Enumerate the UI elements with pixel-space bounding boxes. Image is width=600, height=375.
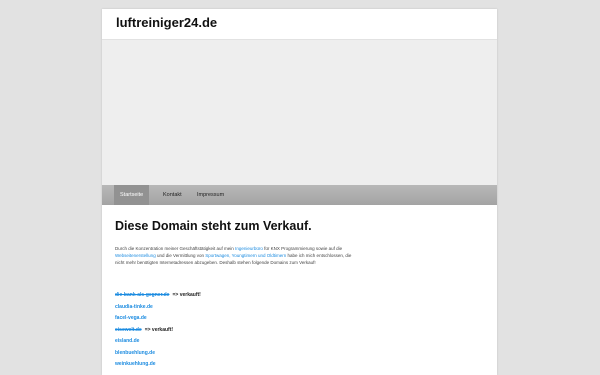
domain-link[interactable]: weinkuehlung.de — [115, 361, 156, 367]
intro-paragraph: Durch die Konzentration meiner Geschäfts… — [115, 246, 355, 266]
nav-item-startseite[interactable]: Startseite — [114, 185, 150, 205]
domain-link[interactable]: die-bank-als-gegner.de — [115, 292, 169, 298]
domain-link[interactable]: claudia-tinke.de — [115, 304, 153, 310]
domain-list-item: die-bank-als-gegner.de => verkauft! — [115, 292, 475, 305]
main-navigation: Startseite Kontakt Impressum — [102, 185, 497, 205]
domain-list-item: eisland.de — [115, 338, 475, 351]
domain-link[interactable]: eisland.de — [115, 338, 139, 344]
site-title[interactable]: luftreiniger24.de — [116, 9, 217, 37]
sold-note: => verkauft! — [172, 292, 201, 299]
sportwagen-link[interactable]: Sportwagen, Youngtimern und Oldtimern — [205, 253, 286, 258]
main-content: Diese Domain steht zum Verkauf. Durch di… — [115, 219, 475, 374]
site-header: luftreiniger24.de — [102, 9, 497, 40]
page-heading: Diese Domain steht zum Verkauf. — [115, 219, 312, 233]
domain-list-item: claudia-tinke.de — [115, 304, 475, 317]
intro-text-1: Durch die Konzentration meiner Geschäfts… — [115, 246, 236, 251]
nav-item-kontakt[interactable]: Kontakt — [157, 185, 188, 205]
ingenieurbuero-link[interactable]: Ingenieurbüro — [235, 246, 263, 251]
intro-text-3: und die Vermittlung von — [155, 252, 206, 258]
domain-list: die-bank-als-gegner.de => verkauft! claud… — [115, 292, 475, 374]
intro-text-2: für KNX Programmierung sowie auf die — [262, 246, 343, 251]
domain-list-item: blenbuehlung.de — [115, 350, 475, 363]
domain-list-item: eisewelt.de => verkauft! — [115, 326, 475, 340]
domain-list-item: weinkuehlung.de — [115, 361, 475, 374]
sold-note: => verkauft! — [144, 326, 174, 333]
nav-item-impressum[interactable]: Impressum — [191, 185, 230, 205]
domain-link[interactable]: facel-vega.de — [115, 315, 147, 321]
domain-link[interactable]: eisewelt.de — [115, 327, 142, 333]
header-banner — [102, 40, 497, 185]
page-container: luftreiniger24.de Startseite Kontakt Imp… — [102, 9, 497, 375]
domain-link[interactable]: blenbuehlung.de — [115, 350, 155, 356]
webseitenerstellung-link[interactable]: Webseitenerstellung — [115, 253, 156, 258]
